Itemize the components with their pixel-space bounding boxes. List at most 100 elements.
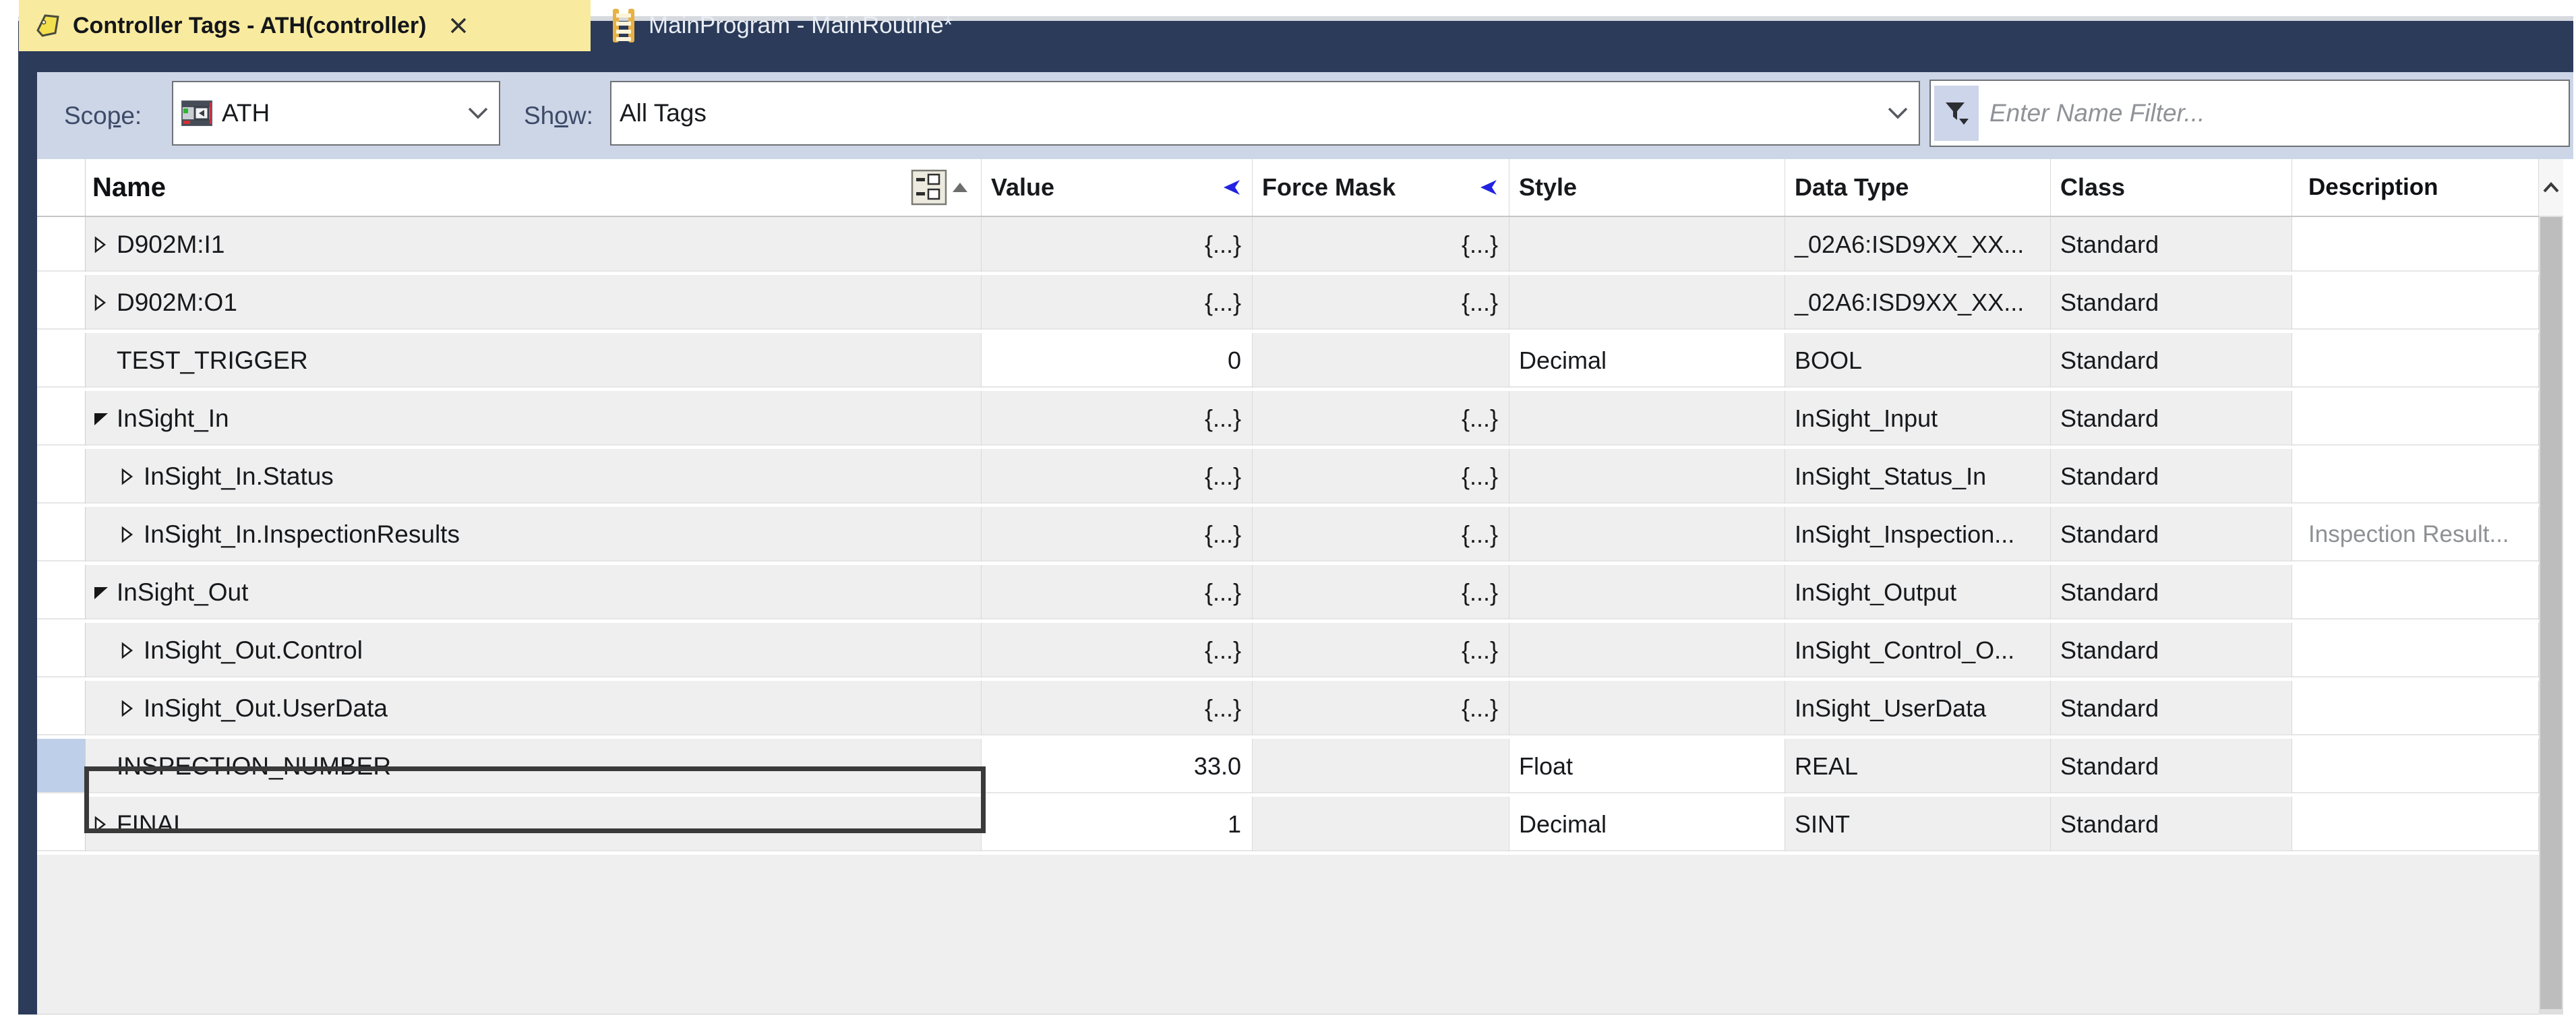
tag-class-cell[interactable]: Standard [2051, 333, 2292, 388]
expand-icon[interactable] [92, 293, 115, 312]
tag-name-cell[interactable]: D902M:I1 [86, 217, 982, 272]
row-gutter[interactable] [37, 623, 86, 677]
tag-name-cell[interactable]: InSight_In.InspectionResults [86, 507, 982, 562]
header-value[interactable]: Value [982, 159, 1253, 216]
tag-style-cell[interactable] [1509, 449, 1785, 504]
tag-force-mask-cell[interactable]: {...} [1253, 449, 1509, 504]
tag-name-cell[interactable]: FINAL [86, 797, 982, 851]
chevron-down-icon[interactable] [1886, 107, 1909, 120]
row-gutter[interactable] [37, 739, 86, 793]
tag-data-type-cell[interactable]: _02A6:ISD9XX_XX... [1785, 217, 2051, 272]
filter-funnel-icon[interactable] [1934, 86, 1979, 141]
tag-value-cell[interactable]: 1 [982, 797, 1253, 851]
tag-description-cell[interactable] [2292, 565, 2539, 619]
tag-style-cell[interactable] [1509, 681, 1785, 735]
table-row[interactable]: InSight_In.Status {...} {...} InSight_St… [37, 449, 2539, 507]
tag-force-mask-cell[interactable] [1253, 797, 1509, 851]
tag-force-mask-cell[interactable]: {...} [1253, 275, 1509, 330]
tag-force-mask-cell[interactable] [1253, 739, 1509, 793]
tag-description-cell[interactable] [2292, 623, 2539, 677]
table-row[interactable]: InSight_Out {...} {...} InSight_Output S… [37, 565, 2539, 623]
tag-class-cell[interactable]: Standard [2051, 681, 2292, 735]
header-data-type[interactable]: Data Type [1785, 159, 2051, 216]
tag-description-cell[interactable] [2292, 681, 2539, 735]
tag-style-cell[interactable] [1509, 275, 1785, 330]
tag-force-mask-cell[interactable]: {...} [1253, 565, 1509, 619]
tag-name-cell[interactable]: InSight_Out.Control [86, 623, 982, 677]
scrollbar-thumb[interactable] [2540, 217, 2562, 1009]
row-gutter[interactable] [37, 449, 86, 504]
tag-name-cell[interactable]: InSight_Out.UserData [86, 681, 982, 735]
row-gutter[interactable] [37, 275, 86, 330]
tag-value-cell[interactable]: {...} [982, 565, 1253, 619]
tag-class-cell[interactable]: Standard [2051, 275, 2292, 330]
header-force-mask[interactable]: Force Mask [1253, 159, 1509, 216]
table-row[interactable]: INSPECTION_NUMBER 33.0 Float REAL Standa… [37, 739, 2539, 797]
close-icon[interactable] [444, 11, 473, 40]
tag-value-cell[interactable]: {...} [982, 275, 1253, 330]
sort-ascending-icon[interactable] [951, 181, 969, 194]
tag-description-cell[interactable] [2292, 797, 2539, 851]
tag-value-cell[interactable]: 33.0 [982, 739, 1253, 793]
tag-value-cell[interactable]: {...} [982, 507, 1253, 562]
expand-icon[interactable] [92, 235, 115, 254]
tag-style-cell[interactable] [1509, 217, 1785, 272]
expand-icon[interactable] [119, 467, 142, 486]
expand-icon[interactable] [92, 410, 115, 427]
tag-name-cell[interactable]: InSight_Out [86, 565, 982, 619]
tag-value-cell[interactable]: 0 [982, 333, 1253, 388]
tag-description-cell[interactable] [2292, 333, 2539, 388]
tag-data-type-cell[interactable]: InSight_Status_In [1785, 449, 2051, 504]
tag-value-cell[interactable]: {...} [982, 217, 1253, 272]
tab-controller-tags[interactable]: Controller Tags - ATH(controller) [19, 0, 591, 51]
row-gutter[interactable] [37, 507, 86, 562]
row-gutter[interactable] [37, 681, 86, 735]
table-row[interactable]: D902M:O1 {...} {...} _02A6:ISD9XX_XX... … [37, 275, 2539, 333]
chevron-down-icon[interactable] [467, 107, 489, 120]
expand-icon[interactable] [92, 815, 115, 834]
tag-name-cell[interactable]: D902M:O1 [86, 275, 982, 330]
tag-data-type-cell[interactable]: InSight_UserData [1785, 681, 2051, 735]
tag-force-mask-cell[interactable] [1253, 333, 1509, 388]
expand-icon[interactable] [119, 641, 142, 660]
tag-value-cell[interactable]: {...} [982, 623, 1253, 677]
vertical-scrollbar[interactable] [2539, 159, 2563, 1014]
tag-class-cell[interactable]: Standard [2051, 797, 2292, 851]
tag-class-cell[interactable]: Standard [2051, 507, 2292, 562]
table-row[interactable]: InSight_Out.Control {...} {...} InSight_… [37, 623, 2539, 681]
expand-icon[interactable] [119, 525, 142, 544]
table-row[interactable]: TEST_TRIGGER 0 Decimal BOOL Standard [37, 333, 2539, 391]
tag-data-type-cell[interactable]: InSight_Inspection... [1785, 507, 2051, 562]
header-style[interactable]: Style [1509, 159, 1785, 216]
tag-class-cell[interactable]: Standard [2051, 449, 2292, 504]
tag-class-cell[interactable]: Standard [2051, 565, 2292, 619]
tag-force-mask-cell[interactable]: {...} [1253, 681, 1509, 735]
table-row[interactable]: InSight_Out.UserData {...} {...} InSight… [37, 681, 2539, 739]
tag-data-type-cell[interactable]: REAL [1785, 739, 2051, 793]
expand-icon[interactable] [119, 699, 142, 718]
tag-data-type-cell[interactable]: InSight_Input [1785, 391, 2051, 446]
row-gutter[interactable] [37, 797, 86, 851]
tag-name-cell[interactable]: INSPECTION_NUMBER [86, 739, 982, 793]
tab-main-routine[interactable]: MainProgram - MainRoutine* [591, 0, 1103, 51]
scroll-up-button[interactable] [2539, 159, 2563, 216]
tag-description-cell[interactable] [2292, 449, 2539, 504]
tag-style-cell[interactable] [1509, 565, 1785, 619]
tag-data-type-cell[interactable]: InSight_Control_O... [1785, 623, 2051, 677]
tag-class-cell[interactable]: Standard [2051, 739, 2292, 793]
tag-name-cell[interactable]: InSight_In [86, 391, 982, 446]
tag-force-mask-cell[interactable]: {...} [1253, 507, 1509, 562]
scope-combobox[interactable]: ATH [172, 81, 500, 146]
row-gutter[interactable] [37, 391, 86, 446]
row-gutter[interactable] [37, 565, 86, 619]
tag-description-cell[interactable] [2292, 217, 2539, 272]
tag-style-cell[interactable]: Float [1509, 739, 1785, 793]
tag-class-cell[interactable]: Standard [2051, 391, 2292, 446]
tag-data-type-cell[interactable]: SINT [1785, 797, 2051, 851]
tag-data-type-cell[interactable]: _02A6:ISD9XX_XX... [1785, 275, 2051, 330]
show-combobox[interactable]: All Tags [610, 81, 1920, 146]
tag-value-cell[interactable]: {...} [982, 681, 1253, 735]
tag-value-cell[interactable]: {...} [982, 449, 1253, 504]
tag-force-mask-cell[interactable]: {...} [1253, 391, 1509, 446]
tag-style-cell[interactable]: Decimal [1509, 333, 1785, 388]
